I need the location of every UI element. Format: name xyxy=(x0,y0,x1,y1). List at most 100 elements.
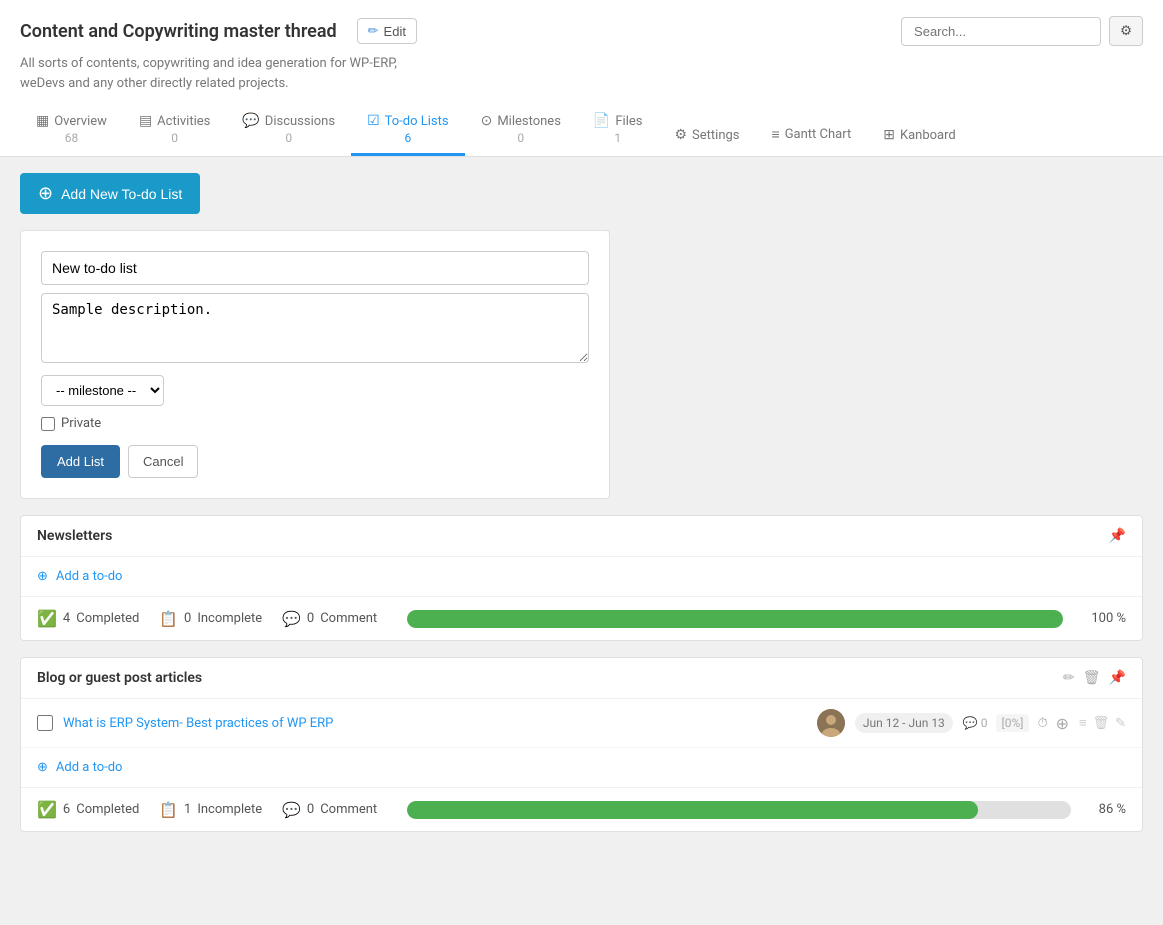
blog-add-todo-row: ⊕ Add a to-do xyxy=(21,748,1142,788)
milestone-select[interactable]: -- milestone -- xyxy=(41,375,164,406)
todo-icon: ☑ xyxy=(367,113,380,129)
edit-button[interactable]: ✏ Edit xyxy=(357,18,417,44)
blog-incomplete-label: Incomplete xyxy=(197,802,262,817)
gear-icon: ⚙ xyxy=(1120,23,1132,38)
comment-bubble-icon: 💬 xyxy=(282,610,301,628)
top-bar: Content and Copywriting master thread ✏ … xyxy=(0,0,1163,157)
tab-milestones[interactable]: ⊙Milestones 0 xyxy=(465,105,577,156)
todo-date: Jun 12 - Jun 13 xyxy=(855,713,953,733)
blog-comment-label: Comment xyxy=(320,802,377,817)
top-bar-header: Content and Copywriting master thread ✏ … xyxy=(20,16,1143,46)
blog-comment-icon: 💬 xyxy=(282,801,301,819)
blog-trash-icon[interactable]: 🗑 xyxy=(1083,670,1101,686)
tab-todo-lists[interactable]: ☑To-do Lists 6 xyxy=(351,105,465,156)
newsletters-comment-label: Comment xyxy=(320,611,377,626)
project-description: All sorts of contents, copywriting and i… xyxy=(20,54,1143,93)
blog-progress-bar xyxy=(407,801,978,819)
tab-kanboard[interactable]: ⊞Kanboard xyxy=(867,119,972,156)
newsletters-progress-bar xyxy=(407,610,1063,628)
avatar xyxy=(817,709,845,737)
tab-overview[interactable]: ▦Overview 68 xyxy=(20,105,123,156)
tab-activities[interactable]: ▤Activities 0 xyxy=(123,105,226,156)
pencil-icon: ✏ xyxy=(368,23,379,39)
plus-circle-icon: ⊕ xyxy=(38,183,53,204)
tab-settings[interactable]: ⚙Settings xyxy=(658,119,755,156)
todo-menu-icon[interactable]: ≡ xyxy=(1079,715,1087,731)
blog-incomplete-stat: 📋 1 Incomplete xyxy=(159,801,262,819)
cancel-button[interactable]: Cancel xyxy=(128,445,198,478)
newsletters-progress-pct: 100 % xyxy=(1091,611,1126,626)
blog-add-todo-link[interactable]: ⊕ Add a to-do xyxy=(37,760,1126,775)
newsletters-completed-label: Completed xyxy=(76,611,139,626)
newsletters-incomplete-label: Incomplete xyxy=(197,611,262,626)
main-content: ⊕ Add New To-do List Sample description.… xyxy=(0,157,1163,864)
private-label: Private xyxy=(61,416,101,431)
newsletters-progress-bar-container xyxy=(407,610,1063,628)
todo-checkbox[interactable] xyxy=(37,715,53,731)
completed-check-icon: ✅ xyxy=(37,609,57,628)
blog-completed-stat: ✅ 6 Completed xyxy=(37,800,139,819)
edit-label: Edit xyxy=(384,24,406,39)
blog-add-plus-icon: ⊕ xyxy=(37,760,48,775)
overview-icon: ▦ xyxy=(36,113,49,129)
blog-comment-count: 0 xyxy=(307,802,314,817)
todo-add-icon[interactable]: ⊕ xyxy=(1056,714,1069,733)
blog-pin-icon[interactable]: 📌 xyxy=(1109,670,1126,686)
todo-comment-count: 💬 0 xyxy=(963,716,988,730)
newsletters-completed-stat: ✅ 4 Completed xyxy=(37,609,139,628)
gear-button[interactable]: ⚙ xyxy=(1109,16,1143,46)
blog-progress-pct: 86 % xyxy=(1099,802,1126,817)
new-todo-list-form: Sample description. -- milestone -- Priv… xyxy=(20,230,610,499)
tab-files[interactable]: 📄Files 1 xyxy=(577,105,659,156)
newsletters-header: Newsletters 📌 xyxy=(21,516,1142,557)
list-description-input[interactable]: Sample description. xyxy=(41,293,589,363)
newsletters-title: Newsletters xyxy=(37,528,112,544)
newsletters-add-todo-link[interactable]: ⊕ Add a to-do xyxy=(37,569,1126,584)
private-checkbox[interactable] xyxy=(41,417,55,431)
add-todo-plus-icon: ⊕ xyxy=(37,569,48,584)
blog-articles-section: Blog or guest post articles ✏ 🗑 📌 What i… xyxy=(20,657,1143,832)
blog-articles-footer: ✅ 6 Completed 📋 1 Incomplete 💬 0 Comment… xyxy=(21,788,1142,831)
comment-icon-small: 💬 xyxy=(963,716,978,730)
tab-gantt[interactable]: ≡Gantt Chart xyxy=(756,118,868,156)
todo-progress-badge: [0%] xyxy=(996,714,1030,732)
todo-edit-icon[interactable]: ✎ xyxy=(1115,716,1126,731)
milestones-icon: ⊙ xyxy=(481,113,493,129)
newsletters-comment-stat: 💬 0 Comment xyxy=(282,610,377,628)
blog-comment-stat: 💬 0 Comment xyxy=(282,801,377,819)
form-actions: Add List Cancel xyxy=(41,445,589,478)
newsletters-comment-count: 0 xyxy=(307,611,314,626)
search-input[interactable] xyxy=(901,17,1101,46)
list-title-input[interactable] xyxy=(41,251,589,285)
todo-text[interactable]: What is ERP System- Best practices of WP… xyxy=(63,716,807,731)
add-new-todo-list-button[interactable]: ⊕ Add New To-do List xyxy=(20,173,200,214)
activities-icon: ▤ xyxy=(139,113,152,129)
search-area: ⚙ xyxy=(901,16,1143,46)
tab-discussions[interactable]: 💬Discussions 0 xyxy=(226,105,351,156)
incomplete-icon: 📋 xyxy=(159,610,178,628)
files-icon: 📄 xyxy=(593,113,610,129)
discussions-icon: 💬 xyxy=(242,113,259,129)
blog-incomplete-count: 1 xyxy=(184,802,191,817)
newsletters-section: Newsletters 📌 ⊕ Add a to-do ✅ 4 Complete… xyxy=(20,515,1143,641)
pin-icon[interactable]: 📌 xyxy=(1109,528,1126,544)
project-title: Content and Copywriting master thread xyxy=(20,21,337,42)
tabs-nav: ▦Overview 68 ▤Activities 0 💬Discussions … xyxy=(20,105,1143,156)
blog-completed-count: 6 xyxy=(63,802,70,817)
blog-articles-header: Blog or guest post articles ✏ 🗑 📌 xyxy=(21,658,1142,699)
blog-completed-check-icon: ✅ xyxy=(37,800,57,819)
blog-incomplete-icon: 📋 xyxy=(159,801,178,819)
todo-delete-icon[interactable]: 🗑 xyxy=(1093,716,1110,731)
gantt-icon: ≡ xyxy=(772,126,780,143)
newsletters-incomplete-count: 0 xyxy=(184,611,191,626)
newsletters-actions: 📌 xyxy=(1109,528,1126,544)
blog-articles-title: Blog or guest post articles xyxy=(37,670,202,686)
blog-edit-icon[interactable]: ✏ xyxy=(1063,670,1075,686)
add-list-submit-button[interactable]: Add List xyxy=(41,445,120,478)
clock-icon[interactable]: ⏱ xyxy=(1037,716,1047,731)
blog-articles-actions: ✏ 🗑 📌 xyxy=(1063,670,1126,686)
todo-meta: 💬 0 [0%] ⏱ ⊕ xyxy=(963,714,1069,733)
todo-right-actions: ≡ 🗑 ✎ xyxy=(1079,715,1126,731)
newsletters-incomplete-stat: 📋 0 Incomplete xyxy=(159,610,262,628)
kanboard-icon: ⊞ xyxy=(883,127,895,143)
